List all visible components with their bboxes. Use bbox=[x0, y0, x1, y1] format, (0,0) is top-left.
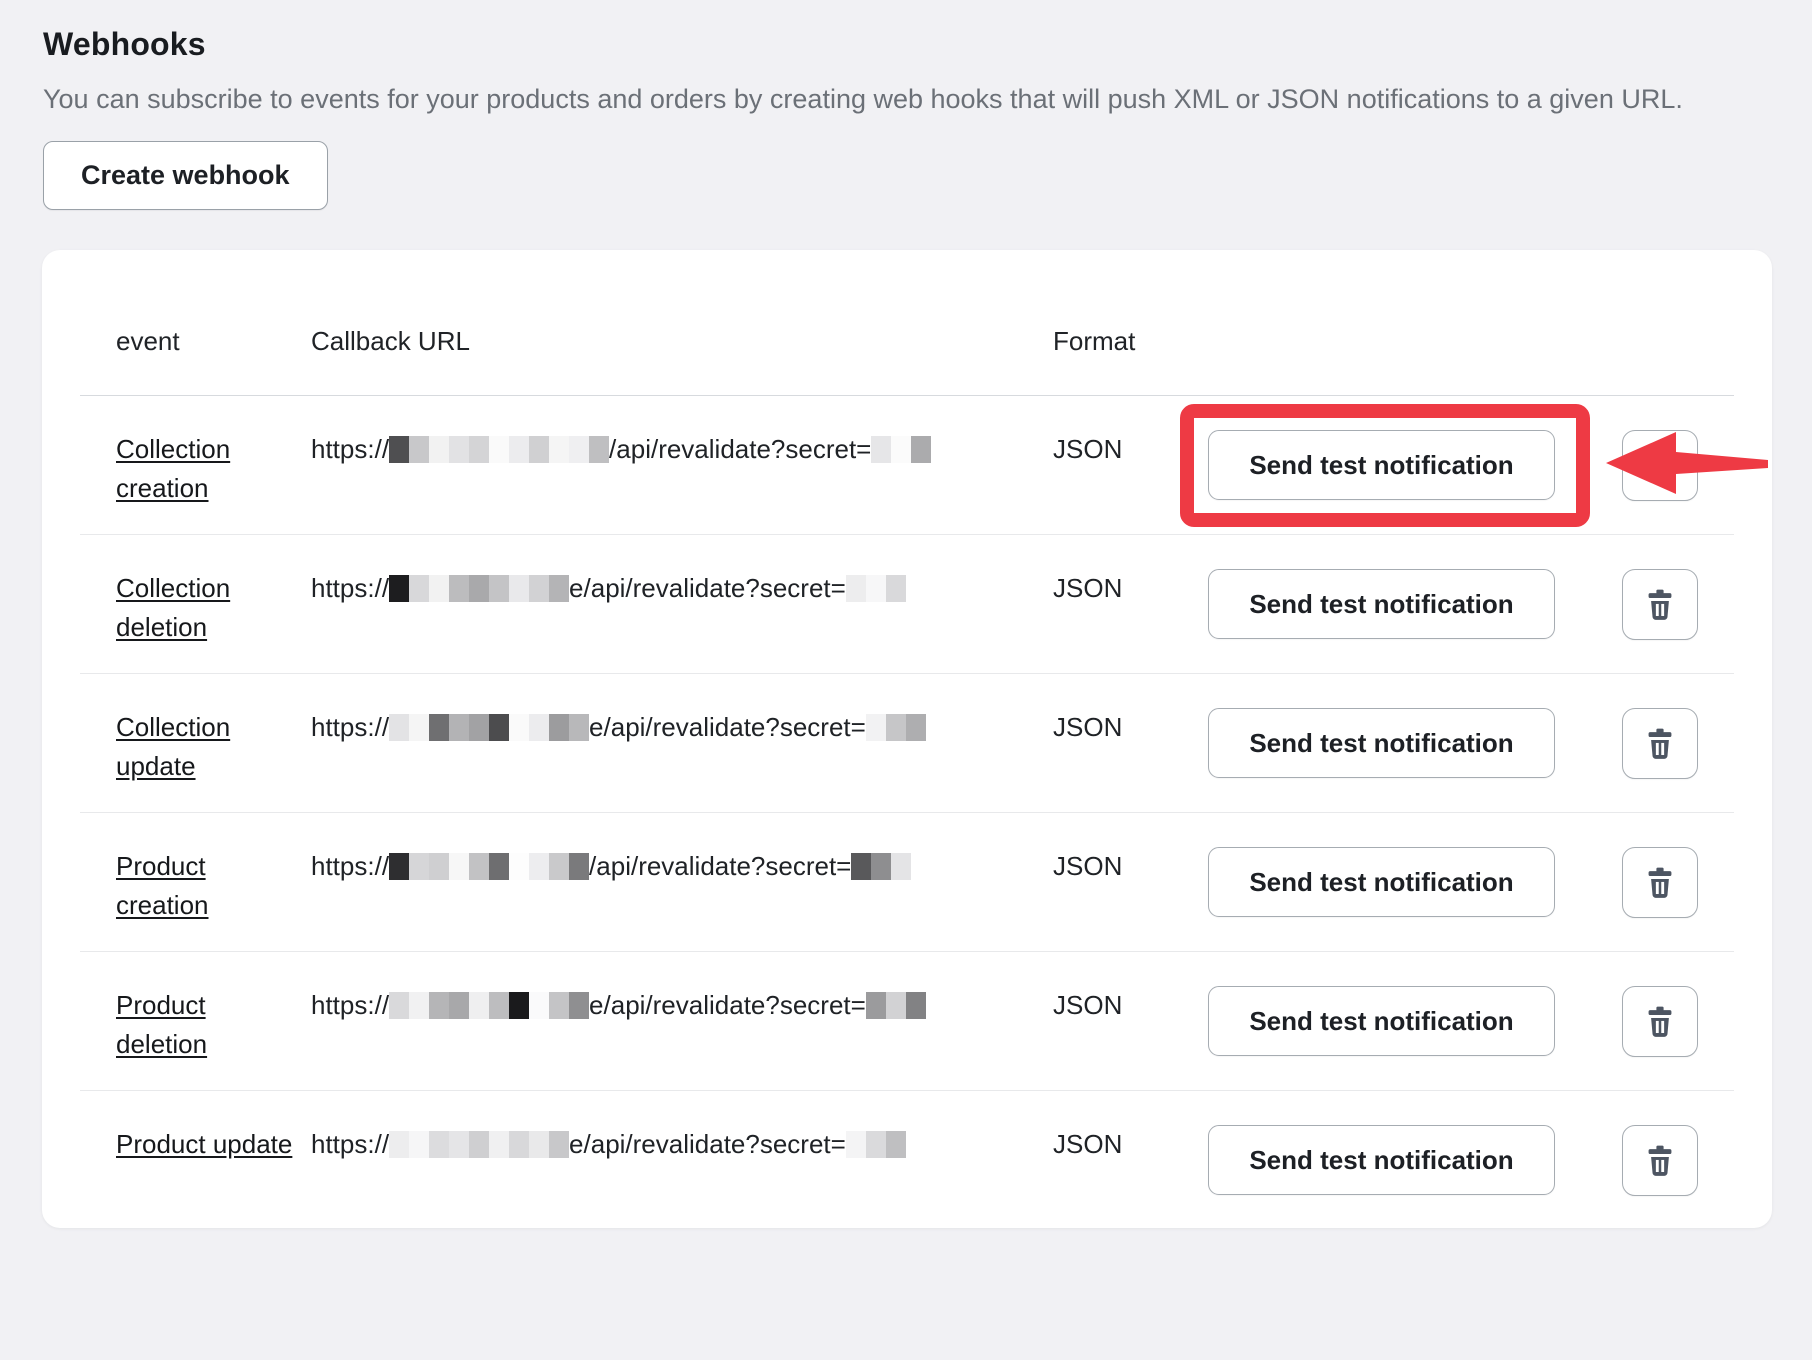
table-row: Collection update https:// e/api/revalida… bbox=[80, 673, 1734, 812]
event-cell: Collection deletion bbox=[116, 569, 311, 647]
callback-url-cell: https:// /api/revalidate?secret= bbox=[311, 430, 1053, 469]
url-prefix-text: https:// bbox=[311, 430, 389, 469]
event-cell: Collection update bbox=[116, 708, 311, 786]
table-body: Collection creation https:// /api/revalid… bbox=[80, 396, 1734, 1228]
redacted-secret-pixelation bbox=[846, 575, 906, 602]
send-test-notification-button[interactable]: Send test notification bbox=[1208, 708, 1555, 778]
event-cell: Product deletion bbox=[116, 986, 311, 1064]
callback-url-cell: https:// e/api/revalidate?secret= bbox=[311, 708, 1053, 747]
trash-icon bbox=[1643, 1143, 1677, 1179]
action-cell: Send test notification bbox=[1208, 569, 1622, 639]
action-cell: Send test notification bbox=[1208, 430, 1622, 500]
url-path-text: e/api/revalidate?secret= bbox=[589, 708, 866, 747]
delete-cell bbox=[1622, 1125, 1698, 1196]
delete-cell bbox=[1622, 847, 1698, 918]
send-test-notification-button[interactable]: Send test notification bbox=[1208, 847, 1555, 917]
url-path-text: /api/revalidate?secret= bbox=[589, 847, 851, 886]
column-header-callback-url: Callback URL bbox=[311, 326, 1053, 357]
format-value: JSON bbox=[1053, 708, 1208, 747]
delete-cell bbox=[1622, 569, 1698, 640]
webhooks-settings-page: Webhooks You can subscribe to events for… bbox=[0, 0, 1812, 1228]
webhook-event-link[interactable]: Product update bbox=[116, 1125, 292, 1164]
delete-webhook-button[interactable] bbox=[1622, 1125, 1698, 1196]
redacted-host-pixelation bbox=[389, 992, 589, 1019]
redacted-host-pixelation bbox=[389, 575, 569, 602]
redacted-host-pixelation bbox=[389, 853, 589, 880]
delete-webhook-button[interactable] bbox=[1622, 847, 1698, 918]
table-row: Product creation https:// /api/revalidate… bbox=[80, 812, 1734, 951]
trash-icon bbox=[1643, 448, 1677, 484]
callback-url-cell: https:// e/api/revalidate?secret= bbox=[311, 986, 1053, 1025]
redacted-secret-pixelation bbox=[866, 992, 926, 1019]
table-header-row: event Callback URL Format bbox=[80, 250, 1734, 396]
callback-url-cell: https:// e/api/revalidate?secret= bbox=[311, 569, 1053, 608]
webhooks-table-card: event Callback URL Format Collection cre… bbox=[42, 250, 1772, 1228]
webhook-event-link[interactable]: Product deletion bbox=[116, 986, 296, 1064]
url-prefix-text: https:// bbox=[311, 1125, 389, 1164]
table-row: Collection deletion https:// e/api/revali… bbox=[80, 534, 1734, 673]
redacted-host-pixelation bbox=[389, 436, 609, 463]
delete-cell bbox=[1622, 708, 1698, 779]
redacted-secret-pixelation bbox=[866, 714, 926, 741]
table-row: Collection creation https:// /api/revalid… bbox=[80, 396, 1734, 534]
trash-icon bbox=[1643, 1004, 1677, 1040]
action-cell: Send test notification bbox=[1208, 986, 1622, 1056]
redacted-secret-pixelation bbox=[851, 853, 911, 880]
webhook-event-link[interactable]: Collection update bbox=[116, 708, 296, 786]
action-cell: Send test notification bbox=[1208, 1125, 1622, 1195]
delete-cell bbox=[1622, 986, 1698, 1057]
url-prefix-text: https:// bbox=[311, 708, 389, 747]
send-test-notification-button[interactable]: Send test notification bbox=[1208, 430, 1555, 500]
delete-webhook-button[interactable] bbox=[1622, 986, 1698, 1057]
page-title: Webhooks bbox=[43, 26, 1772, 63]
table-row: Product update https:// e/api/revalidate?… bbox=[80, 1090, 1734, 1228]
webhook-event-link[interactable]: Collection creation bbox=[116, 430, 296, 508]
trash-icon bbox=[1643, 587, 1677, 623]
create-webhook-button[interactable]: Create webhook bbox=[43, 141, 328, 210]
trash-icon bbox=[1643, 865, 1677, 901]
format-value: JSON bbox=[1053, 430, 1208, 469]
delete-webhook-button[interactable] bbox=[1622, 430, 1698, 501]
format-value: JSON bbox=[1053, 986, 1208, 1025]
url-prefix-text: https:// bbox=[311, 986, 389, 1025]
trash-icon bbox=[1643, 726, 1677, 762]
event-cell: Product update bbox=[116, 1125, 311, 1164]
send-test-notification-button[interactable]: Send test notification bbox=[1208, 1125, 1555, 1195]
url-path-text: e/api/revalidate?secret= bbox=[589, 986, 866, 1025]
event-cell: Product creation bbox=[116, 847, 311, 925]
format-value: JSON bbox=[1053, 1125, 1208, 1164]
redacted-host-pixelation bbox=[389, 714, 589, 741]
delete-webhook-button[interactable] bbox=[1622, 708, 1698, 779]
webhook-event-link[interactable]: Collection deletion bbox=[116, 569, 296, 647]
delete-cell bbox=[1622, 430, 1698, 501]
callback-url-cell: https:// e/api/revalidate?secret= bbox=[311, 1125, 1053, 1164]
webhooks-description: You can subscribe to events for your pro… bbox=[43, 79, 1698, 119]
send-test-notification-button[interactable]: Send test notification bbox=[1208, 569, 1555, 639]
format-value: JSON bbox=[1053, 569, 1208, 608]
action-cell: Send test notification bbox=[1208, 708, 1622, 778]
webhook-event-link[interactable]: Product creation bbox=[116, 847, 296, 925]
redacted-host-pixelation bbox=[389, 1131, 569, 1158]
event-cell: Collection creation bbox=[116, 430, 311, 508]
delete-webhook-button[interactable] bbox=[1622, 569, 1698, 640]
table-row: Product deletion https:// e/api/revalidat… bbox=[80, 951, 1734, 1090]
column-header-event: event bbox=[116, 326, 311, 357]
column-header-format: Format bbox=[1053, 326, 1208, 357]
action-cell: Send test notification bbox=[1208, 847, 1622, 917]
url-path-text: e/api/revalidate?secret= bbox=[569, 1125, 846, 1164]
redacted-secret-pixelation bbox=[871, 436, 931, 463]
send-test-notification-button[interactable]: Send test notification bbox=[1208, 986, 1555, 1056]
url-prefix-text: https:// bbox=[311, 847, 389, 886]
redacted-secret-pixelation bbox=[846, 1131, 906, 1158]
url-prefix-text: https:// bbox=[311, 569, 389, 608]
url-path-text: /api/revalidate?secret= bbox=[609, 430, 871, 469]
callback-url-cell: https:// /api/revalidate?secret= bbox=[311, 847, 1053, 886]
format-value: JSON bbox=[1053, 847, 1208, 886]
url-path-text: e/api/revalidate?secret= bbox=[569, 569, 846, 608]
